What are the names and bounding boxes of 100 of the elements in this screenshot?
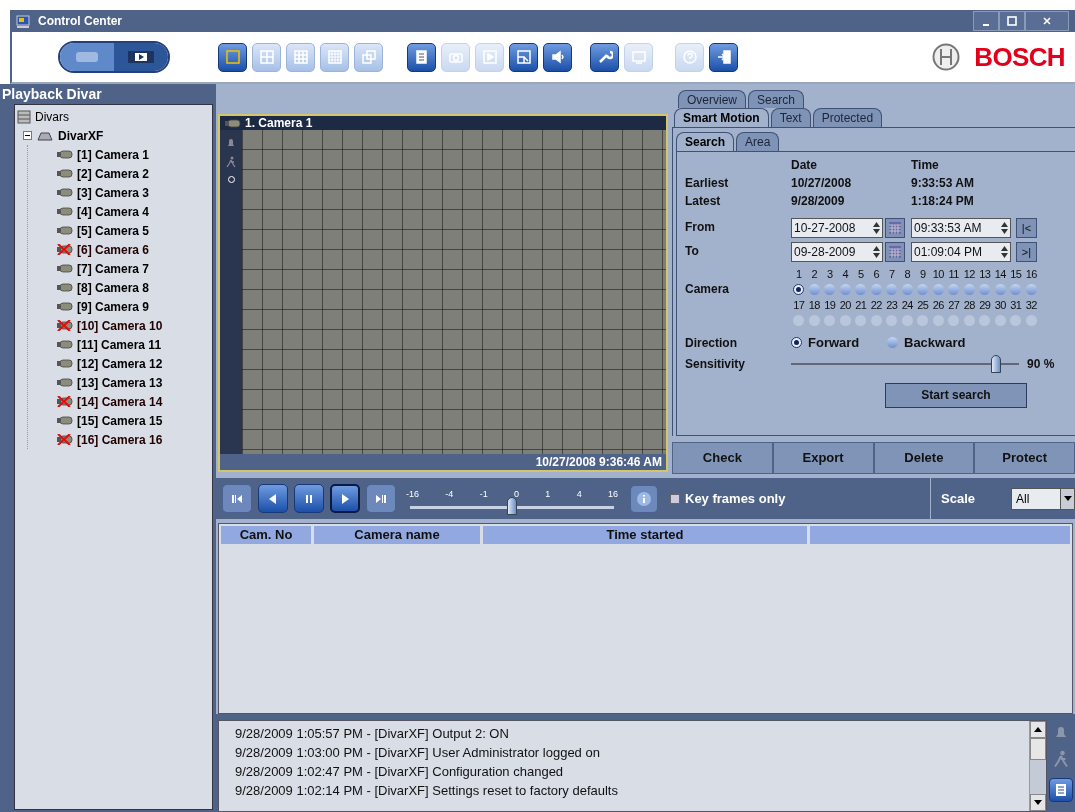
date-field[interactable]: 09-28-2009 — [791, 242, 883, 262]
radio-button[interactable] — [808, 284, 820, 295]
tree-item[interactable]: [8] Camera 8 — [77, 278, 150, 297]
tree-item[interactable]: [1] Camera 1 — [77, 145, 150, 164]
date-field[interactable]: 10-27-2008 — [791, 218, 883, 238]
tree-item[interactable]: [14] Camera 14 — [77, 392, 163, 411]
slider-thumb[interactable] — [991, 354, 1002, 373]
radio-button[interactable] — [886, 284, 898, 295]
scroll-down-arrow-icon[interactable] — [1034, 800, 1042, 805]
column-header[interactable]: Time started — [483, 526, 807, 544]
tab[interactable]: Area — [736, 132, 780, 151]
tree-item[interactable]: [7] Camera 7 — [77, 259, 150, 278]
tab[interactable]: Search — [748, 90, 805, 108]
radio-button[interactable] — [1010, 284, 1022, 295]
minimize-button[interactable] — [973, 11, 999, 31]
tree-item[interactable]: [16] Camera 16 — [77, 430, 163, 449]
tree-item[interactable]: [3] Camera 3 — [77, 183, 150, 202]
single-button[interactable] — [218, 42, 247, 72]
tree-item[interactable]: [4] Camera 4 — [77, 202, 150, 221]
step-back-button[interactable] — [222, 484, 252, 513]
radio-button[interactable] — [791, 337, 802, 349]
play-button[interactable] — [330, 484, 360, 513]
scroll-up-arrow-icon[interactable] — [1034, 727, 1042, 732]
spinner-arrows-icon[interactable] — [1000, 244, 1009, 260]
spinner-arrows-icon[interactable] — [872, 244, 881, 260]
tree-item[interactable]: [11] Camera 11 — [77, 335, 162, 354]
spinner-arrows-icon[interactable] — [872, 220, 881, 236]
export-button[interactable] — [509, 42, 538, 72]
action-button[interactable]: Delete — [873, 442, 975, 474]
action-button[interactable]: Protect — [974, 442, 1075, 474]
column-header[interactable]: Camera name — [314, 526, 480, 544]
audio-button[interactable] — [543, 42, 572, 72]
action-button[interactable]: Check — [672, 442, 773, 474]
radio-button[interactable] — [1025, 284, 1037, 295]
quad-button[interactable] — [252, 42, 281, 72]
playback-mode-button[interactable] — [114, 43, 168, 71]
radio-button[interactable] — [839, 284, 851, 295]
tree-item[interactable]: [10] Camera 10 — [77, 316, 163, 335]
radio-button[interactable] — [963, 284, 975, 295]
bell-icon[interactable] — [1053, 724, 1069, 740]
tree-item[interactable]: [6] Camera 6 — [77, 240, 150, 259]
column-header[interactable]: Cam. No — [221, 526, 311, 544]
time-field[interactable]: 09:33:53 AM — [911, 218, 1011, 238]
document-button[interactable] — [407, 42, 436, 72]
camera-number: 17 — [792, 297, 806, 313]
pause-button[interactable] — [294, 484, 324, 513]
radio-button[interactable] — [932, 284, 944, 295]
radio-button[interactable] — [855, 284, 867, 295]
camera-icon — [56, 263, 73, 274]
radio-button[interactable] — [870, 284, 882, 295]
running-person-icon[interactable] — [1053, 750, 1069, 768]
tree-item[interactable]: [2] Camera 2 — [77, 164, 150, 183]
start-search-button[interactable]: Start search — [885, 382, 1027, 408]
tree-item[interactable]: [9] Camera 9 — [77, 297, 150, 316]
scale-dropdown[interactable]: All — [1011, 487, 1075, 510]
checkbox[interactable] — [670, 493, 680, 504]
tree-item[interactable]: [15] Camera 15 — [77, 411, 163, 430]
brand-logo: BOSCH — [974, 40, 1065, 74]
time-field[interactable]: 01:09:04 PM — [911, 242, 1011, 262]
collapse-toggle[interactable] — [23, 131, 32, 140]
tree-item[interactable]: [5] Camera 5 — [77, 221, 150, 240]
speed-slider-thumb[interactable] — [507, 496, 517, 515]
tab[interactable]: Search — [676, 132, 735, 151]
sixteen-button[interactable] — [320, 42, 349, 72]
radio-button[interactable] — [887, 337, 898, 349]
close-button[interactable] — [1025, 11, 1069, 31]
list-button[interactable] — [1049, 778, 1073, 802]
radio-button[interactable] — [793, 284, 805, 295]
tab[interactable]: Overview — [678, 90, 746, 108]
tab[interactable]: Text — [770, 108, 811, 127]
info-button[interactable] — [630, 484, 658, 513]
tree-item[interactable]: Divars — [35, 107, 69, 126]
cascade-button[interactable] — [354, 42, 383, 72]
nine-button[interactable] — [286, 42, 315, 72]
reverse-button[interactable] — [258, 484, 288, 513]
tab[interactable]: Smart Motion — [674, 108, 769, 127]
tree-item[interactable]: [12] Camera 12 — [77, 354, 163, 373]
scroll-thumb[interactable] — [1030, 738, 1046, 760]
action-button[interactable]: Export — [772, 442, 874, 474]
mode-switch[interactable] — [58, 41, 170, 73]
radio-button[interactable] — [994, 284, 1006, 295]
radio-button[interactable] — [824, 284, 836, 295]
spinner-arrows-icon[interactable] — [1000, 220, 1009, 236]
field-label: Direction — [685, 334, 738, 352]
maximize-button[interactable] — [999, 11, 1025, 31]
step-forward-button[interactable] — [366, 484, 396, 513]
tree-item[interactable]: DivarXF — [58, 126, 104, 145]
radio-button[interactable] — [948, 284, 960, 295]
wrench-button[interactable] — [590, 42, 619, 72]
radio-button[interactable] — [901, 284, 913, 295]
radio-button[interactable] — [979, 284, 991, 295]
exit-button[interactable] — [709, 42, 738, 72]
radio-button[interactable] — [917, 284, 929, 295]
jump-button[interactable]: |< — [1016, 218, 1037, 238]
calendar-button[interactable] — [885, 242, 905, 262]
jump-button[interactable]: >| — [1016, 242, 1037, 262]
tab[interactable]: Protected — [812, 108, 883, 127]
scrollbar[interactable] — [1029, 721, 1046, 811]
calendar-button[interactable] — [885, 218, 905, 238]
tree-item[interactable]: [13] Camera 13 — [77, 373, 163, 392]
